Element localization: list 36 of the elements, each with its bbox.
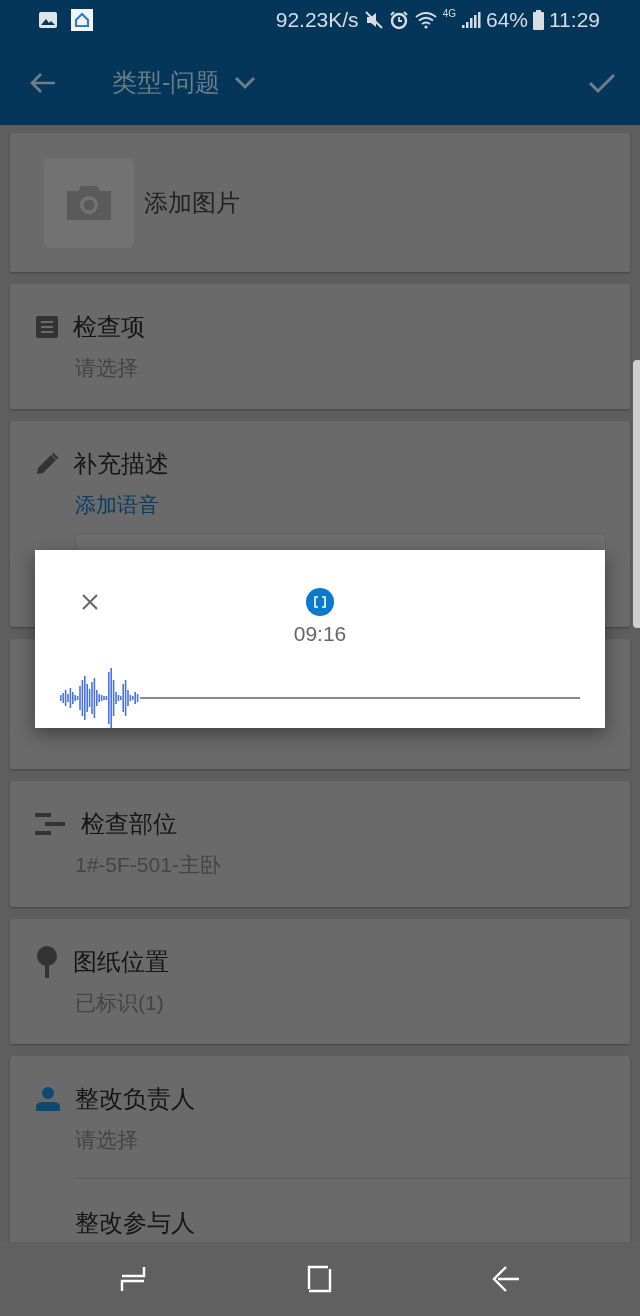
network-speed: 92.23K/s xyxy=(275,8,359,32)
field-label[interactable]: 整改参与人 xyxy=(75,1207,630,1239)
home-icon[interactable] xyxy=(306,1265,332,1293)
add-photo-label[interactable]: 添加图片 xyxy=(144,186,240,219)
clock: 11:29 xyxy=(549,8,600,32)
wifi-icon xyxy=(413,10,438,30)
page-title[interactable]: 类型-问题 xyxy=(112,66,221,99)
gallery-icon xyxy=(38,11,58,29)
back-icon[interactable] xyxy=(492,1265,520,1293)
check-icon[interactable] xyxy=(588,71,616,94)
close-icon[interactable] xyxy=(81,593,99,611)
bars-icon xyxy=(35,812,67,836)
record-button[interactable] xyxy=(306,588,334,616)
field-label: 检查项 xyxy=(73,312,145,342)
recording-time: 09:16 xyxy=(293,622,347,646)
chevron-down-icon[interactable] xyxy=(234,75,257,90)
stop-icon xyxy=(314,596,326,608)
battery-percent: 64% xyxy=(485,8,528,32)
alarm-icon xyxy=(388,10,409,30)
add-voice-link[interactable]: 添加语音 xyxy=(75,491,606,519)
field-label: 图纸位置 xyxy=(73,947,169,977)
pin-icon xyxy=(35,946,59,978)
network-type: 4G xyxy=(442,8,456,19)
list-icon xyxy=(35,315,59,339)
recents-icon[interactable] xyxy=(120,1265,146,1293)
field-label: 检查部位 xyxy=(81,809,177,839)
pencil-icon xyxy=(35,452,59,476)
signal-icon xyxy=(460,11,481,29)
battery-icon xyxy=(533,10,544,30)
mute-icon xyxy=(363,11,384,29)
field-label: 补充描述 xyxy=(73,449,169,479)
back-arrow-icon[interactable] xyxy=(30,71,56,94)
field-label[interactable]: 整改负责人 xyxy=(75,1083,195,1115)
person-icon xyxy=(35,1087,61,1111)
camera-icon xyxy=(65,183,113,222)
home-app-icon xyxy=(71,9,93,31)
